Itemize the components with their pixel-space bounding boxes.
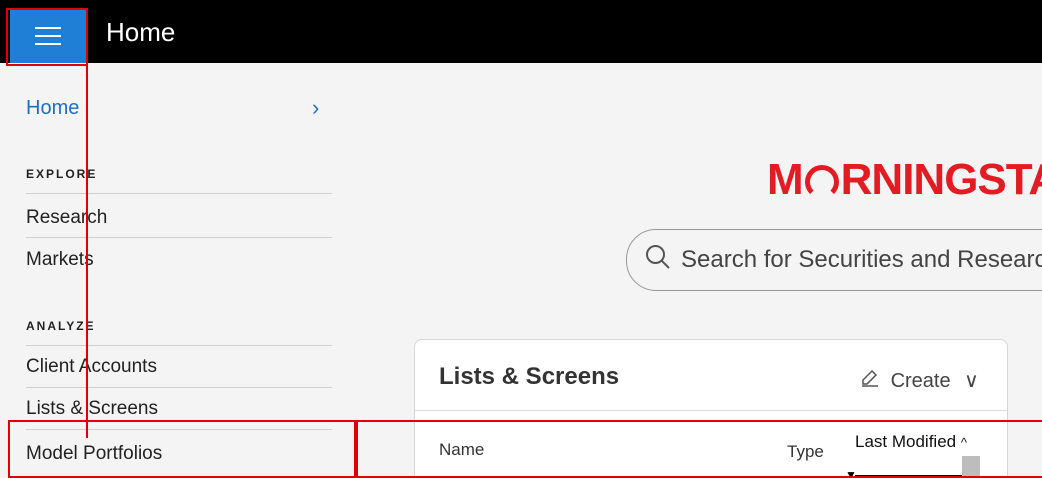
sidebar-item-lists-screens[interactable]: Lists & Screens	[26, 398, 332, 420]
main-content: M RNINGSTAR Search for Securities and Res…	[356, 63, 1042, 478]
search-input[interactable]: Search for Securities and Research	[626, 229, 1042, 291]
highlight-model-portfolios	[8, 420, 358, 478]
create-button[interactable]: Create ∨	[861, 368, 979, 393]
sidebar-item-home[interactable]: Home	[26, 97, 79, 120]
top-bar: Home	[0, 0, 1042, 64]
sidebar-item-client-accounts[interactable]: Client Accounts	[26, 356, 332, 378]
highlight-menu-button	[6, 8, 88, 66]
sidebar-item-markets[interactable]: Markets	[26, 249, 332, 271]
divider	[26, 237, 332, 238]
search-icon	[646, 245, 670, 269]
edit-icon	[862, 369, 878, 387]
card-title: Lists & Screens	[439, 363, 620, 390]
divider	[415, 410, 1007, 411]
sidebar-item-research[interactable]: Research	[26, 207, 332, 229]
logo-ring	[804, 165, 839, 200]
chevron-right-icon[interactable]: ›	[312, 95, 319, 121]
sidebar: Home › EXPLORE Research Markets ANALYZE …	[0, 63, 356, 478]
highlight-connector-line	[86, 64, 88, 438]
chevron-down-icon: ∨	[964, 370, 979, 392]
logo-text-start: M	[767, 155, 804, 204]
search-placeholder: Search for Securities and Research	[681, 246, 1042, 273]
highlight-table-header	[354, 420, 1042, 478]
page-title: Home	[106, 17, 176, 47]
morningstar-logo: M RNINGSTAR	[767, 155, 1042, 205]
logo-text-end: RNINGSTAR	[840, 155, 1042, 204]
divider	[26, 193, 332, 194]
divider	[26, 345, 332, 346]
divider	[26, 387, 332, 388]
create-label: Create	[890, 370, 951, 392]
